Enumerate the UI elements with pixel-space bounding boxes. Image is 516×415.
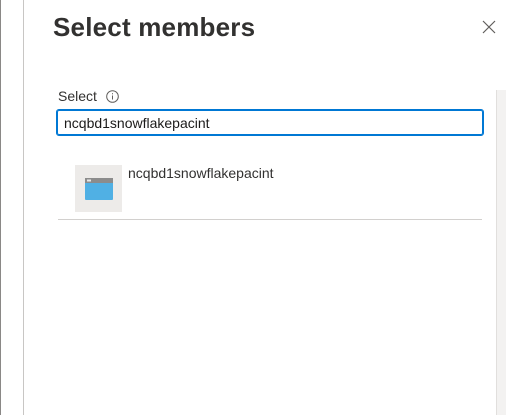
result-thumbnail xyxy=(75,165,122,212)
result-name: ncqbd1snowflakepacint xyxy=(128,165,274,181)
panel-title: Select members xyxy=(53,12,256,42)
select-members-panel: Select members Select ncqbd1snowflakepac… xyxy=(25,0,506,415)
select-members-page: Select members Select ncqbd1snowflakepac… xyxy=(0,0,516,415)
member-search-input[interactable] xyxy=(56,109,484,136)
search-result-item[interactable]: ncqbd1snowflakepacint xyxy=(58,157,482,220)
panel-scrollbar[interactable] xyxy=(496,90,506,415)
background-pane-edge xyxy=(0,0,24,415)
select-field-label: Select xyxy=(58,88,119,104)
app-registration-icon xyxy=(84,177,113,200)
info-icon[interactable] xyxy=(106,89,119,103)
close-button[interactable] xyxy=(478,16,500,38)
close-icon xyxy=(482,20,496,34)
select-label-text: Select xyxy=(58,88,97,104)
